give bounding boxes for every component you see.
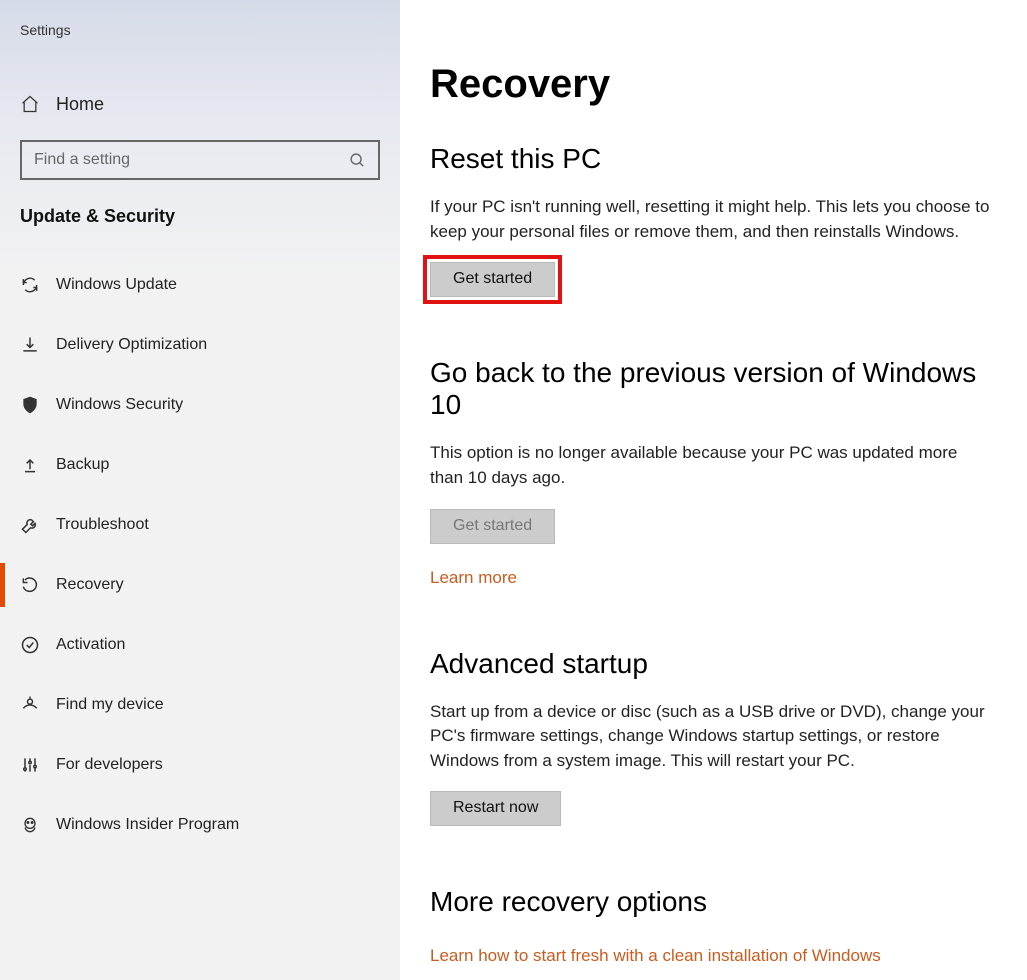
location-icon [20, 695, 56, 715]
sidebar-item-label: Troubleshoot [56, 516, 149, 534]
sidebar-item-label: Activation [56, 636, 125, 654]
sidebar-item-label: Find my device [56, 696, 164, 714]
settings-app: Settings Home Update & Security [0, 0, 1027, 980]
insider-icon [20, 815, 56, 835]
sidebar-item-windows-update[interactable]: Windows Update [0, 255, 400, 315]
sidebar-item-windows-insider[interactable]: Windows Insider Program [0, 795, 400, 855]
sidebar-item-delivery-optimization[interactable]: Delivery Optimization [0, 315, 400, 375]
window-title: Settings [0, 10, 400, 50]
nav-list: Windows Update Delivery Optimization Win… [0, 255, 400, 855]
sidebar-item-activation[interactable]: Activation [0, 615, 400, 675]
goback-heading: Go back to the previous version of Windo… [430, 357, 997, 421]
sidebar-item-label: Recovery [56, 576, 124, 594]
backup-icon [20, 455, 56, 475]
sidebar-item-backup[interactable]: Backup [0, 435, 400, 495]
more-heading: More recovery options [430, 886, 997, 918]
advanced-heading: Advanced startup [430, 648, 997, 680]
goback-get-started-button: Get started [430, 509, 555, 544]
goback-body: This option is no longer available becau… [430, 441, 990, 490]
more-link[interactable]: Learn how to start fresh with a clean in… [430, 946, 881, 966]
reset-body: If your PC isn't running well, resetting… [430, 195, 990, 244]
reset-get-started-button[interactable]: Get started [430, 262, 555, 297]
check-circle-icon [20, 635, 56, 655]
advanced-section: Advanced startup Start up from a device … [430, 648, 997, 827]
advanced-restart-button[interactable]: Restart now [430, 791, 561, 826]
search-input[interactable] [34, 151, 349, 169]
download-icon [20, 335, 56, 355]
settings-sidebar: Settings Home Update & Security [0, 0, 400, 980]
advanced-body: Start up from a device or disc (such as … [430, 700, 990, 774]
sidebar-item-label: Backup [56, 456, 109, 474]
sidebar-item-find-my-device[interactable]: Find my device [0, 675, 400, 735]
search-box[interactable] [20, 140, 380, 180]
sidebar-item-recovery[interactable]: Recovery [0, 555, 400, 615]
sidebar-item-for-developers[interactable]: For developers [0, 735, 400, 795]
search-icon [349, 152, 366, 169]
home-nav-item[interactable]: Home [0, 74, 400, 134]
sync-icon [20, 275, 56, 295]
sliders-icon [20, 755, 56, 775]
more-section: More recovery options Learn how to start… [430, 886, 997, 966]
shield-icon [20, 395, 56, 415]
sidebar-item-label: Windows Update [56, 276, 177, 294]
sidebar-item-troubleshoot[interactable]: Troubleshoot [0, 495, 400, 555]
home-icon [20, 94, 56, 114]
recovery-icon [20, 575, 56, 595]
sidebar-item-label: Windows Insider Program [56, 816, 239, 834]
wrench-icon [20, 515, 56, 535]
goback-learn-more-link[interactable]: Learn more [430, 568, 517, 588]
sidebar-item-label: Delivery Optimization [56, 336, 207, 354]
section-title: Update & Security [0, 180, 400, 241]
sidebar-item-windows-security[interactable]: Windows Security [0, 375, 400, 435]
reset-heading: Reset this PC [430, 143, 997, 175]
main-content: Recovery Reset this PC If your PC isn't … [400, 0, 1027, 980]
home-label: Home [56, 94, 104, 115]
sidebar-item-label: For developers [56, 756, 163, 774]
page-title: Recovery [430, 62, 997, 107]
reset-section: Reset this PC If your PC isn't running w… [430, 143, 997, 297]
sidebar-item-label: Windows Security [56, 396, 183, 414]
goback-section: Go back to the previous version of Windo… [430, 357, 997, 587]
